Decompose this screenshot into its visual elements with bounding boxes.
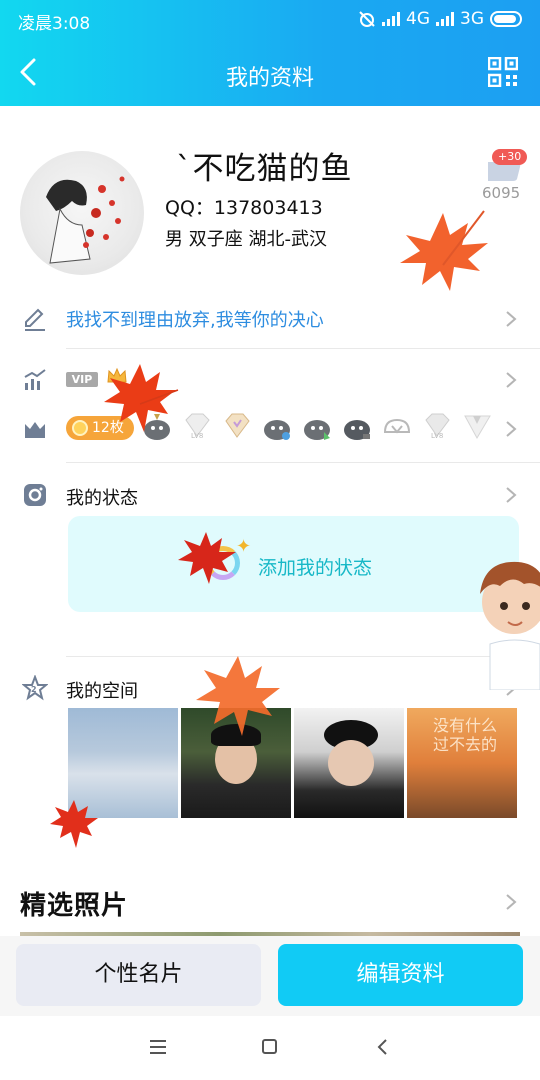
likes-badge: +30 bbox=[492, 149, 528, 165]
avatar-illustration bbox=[46, 176, 125, 264]
chevron-right-icon[interactable] bbox=[504, 419, 518, 439]
gift-box-icon bbox=[25, 422, 45, 438]
maple-leaf-decoration bbox=[178, 532, 236, 584]
add-status-card[interactable]: ✦ 添加我的状态 bbox=[68, 516, 519, 612]
featured-photos-title: 精选照片 bbox=[20, 891, 129, 921]
status-bar: 凌晨3:08 4G 3G bbox=[0, 0, 540, 40]
system-nav-bar bbox=[0, 1016, 540, 1080]
medal-icon bbox=[304, 420, 330, 440]
alarm-off-icon bbox=[359, 11, 375, 27]
photo-face bbox=[328, 740, 374, 786]
svg-text:LV8: LV8 bbox=[191, 432, 203, 440]
pencil-icon bbox=[25, 308, 45, 331]
medal-icon: LV8 bbox=[425, 413, 450, 440]
my-space-label: 我的空间 bbox=[66, 681, 138, 702]
divider bbox=[66, 348, 540, 349]
star-icon: 2 bbox=[22, 675, 48, 701]
status-time: 凌晨3:08 bbox=[18, 14, 91, 34]
user-info: 男 双子座 湖北-武汉 bbox=[165, 229, 327, 250]
divider bbox=[66, 462, 540, 463]
medal-icon bbox=[383, 418, 411, 434]
cartoon-avatar-decoration bbox=[480, 561, 540, 690]
chevron-right-icon[interactable] bbox=[504, 485, 518, 505]
qr-code-icon[interactable] bbox=[488, 57, 518, 87]
chevron-right-icon[interactable] bbox=[504, 892, 518, 912]
maple-leaf-decoration bbox=[104, 364, 179, 432]
profile-card-button[interactable]: 个性名片 bbox=[16, 944, 261, 1006]
avatar[interactable] bbox=[20, 151, 144, 275]
medal-icon bbox=[344, 420, 370, 440]
add-status-label: 添加我的状态 bbox=[258, 557, 373, 579]
divider bbox=[66, 656, 540, 657]
signature-text[interactable]: 我找不到理由放弃,我等你的决心 bbox=[66, 306, 324, 332]
status-indicators: 4G 3G bbox=[358, 9, 522, 29]
chevron-right-icon[interactable] bbox=[504, 309, 518, 329]
medal-icon: LV8 bbox=[185, 413, 210, 440]
qq-number: QQ：137803413 bbox=[165, 197, 323, 219]
network-label-1: 4G bbox=[406, 9, 430, 29]
coin-icon bbox=[72, 420, 88, 436]
svg-text:2: 2 bbox=[31, 685, 37, 694]
nickname: `不吃猫的鱼 bbox=[176, 151, 353, 187]
profile-page: 凌晨3:08 4G 3G 我的资料 `不吃猫的鱼 QQ：137803413 男 … bbox=[0, 0, 540, 1080]
network-label-2: 3G bbox=[460, 9, 484, 29]
system-back-icon[interactable] bbox=[376, 1038, 390, 1056]
svg-text:LV8: LV8 bbox=[431, 432, 443, 440]
medal-icon bbox=[464, 415, 491, 440]
page-title: 我的资料 bbox=[225, 66, 314, 91]
signal-icon-2 bbox=[436, 12, 454, 26]
level-chart-icon bbox=[24, 369, 46, 390]
my-status-label: 我的状态 bbox=[66, 488, 138, 509]
nav-bar: 我的资料 bbox=[0, 40, 540, 106]
medal-icon bbox=[264, 420, 290, 440]
camera-icon bbox=[24, 484, 46, 506]
photo-overlay-text: 没有什么过不去的 bbox=[433, 716, 498, 754]
maple-leaf-decoration bbox=[50, 800, 98, 848]
home-icon[interactable] bbox=[262, 1039, 277, 1054]
edit-profile-button[interactable]: 编辑资料 bbox=[278, 944, 523, 1006]
vip-badge[interactable]: VIP bbox=[66, 372, 98, 387]
space-photo[interactable] bbox=[294, 708, 404, 818]
chevron-right-icon[interactable] bbox=[504, 370, 518, 390]
space-photo[interactable]: 没有什么过不去的 bbox=[407, 708, 517, 818]
maple-leaf-decoration bbox=[400, 210, 488, 291]
signal-icon bbox=[382, 12, 400, 26]
space-photo-grid: 没有什么过不去的 bbox=[68, 708, 517, 818]
maple-leaf-decoration bbox=[196, 656, 280, 736]
medal-list[interactable]: LV8 LV8 bbox=[142, 408, 493, 442]
menu-icon[interactable] bbox=[150, 1040, 166, 1054]
medal-icon bbox=[225, 413, 250, 438]
likes-count: 6095 bbox=[482, 184, 521, 202]
battery-icon bbox=[490, 11, 522, 27]
